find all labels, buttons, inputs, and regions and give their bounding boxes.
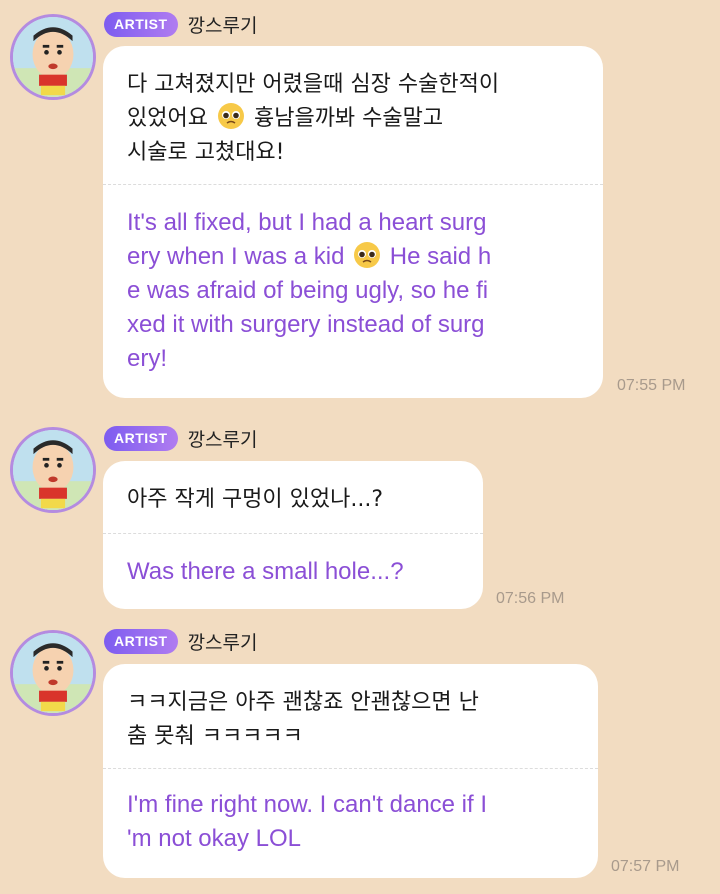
artist-badge: ARTIST xyxy=(104,425,178,451)
artist-badge: ARTIST xyxy=(104,11,178,37)
artist-avatar[interactable] xyxy=(10,14,96,100)
divider xyxy=(103,533,483,534)
translation-text: Was there a small hole...? xyxy=(127,558,404,585)
message-header: ARTIST 깡스루기 xyxy=(104,10,257,38)
original-text: 다 고쳐졌지만 어렸을때 심장 수술한적이 있었어요 흉남을까봐 수술말고 시술… xyxy=(103,46,603,170)
pleading-face-icon xyxy=(217,102,245,130)
sender-name[interactable]: 깡스루기 xyxy=(188,425,258,452)
original-text: 아주 작게 구멍이 있었나...? xyxy=(127,487,384,512)
sender-name[interactable]: 깡스루기 xyxy=(188,11,258,38)
pleading-face-icon xyxy=(353,241,381,269)
message-bubble[interactable]: ㅋㅋ지금은 아주 괜찮죠 안괜찮으면 난 춤 못춰 ㅋㅋㅋㅋㅋ I'm fine… xyxy=(103,664,598,878)
translation-text: It's all fixed, but I had a heart surg e… xyxy=(127,206,587,376)
sender-name[interactable]: 깡스루기 xyxy=(188,628,258,655)
artist-avatar[interactable] xyxy=(10,427,96,513)
divider xyxy=(103,768,598,769)
message-bubble[interactable]: 다 고쳐졌지만 어렸을때 심장 수술한적이 있었어요 흉남을까봐 수술말고 시술… xyxy=(103,46,603,398)
divider xyxy=(103,184,603,185)
message-header: ARTIST 깡스루기 xyxy=(104,627,257,655)
message-bubble[interactable]: 아주 작게 구멍이 있었나...? Was there a small hole… xyxy=(103,461,483,609)
translation-text: I'm fine right now. I can't dance if I '… xyxy=(127,791,488,852)
original-text: ㅋㅋ지금은 아주 괜찮죠 안괜찮으면 난 춤 못춰 ㅋㅋㅋㅋㅋ xyxy=(127,690,479,749)
timestamp: 07:55 PM xyxy=(617,377,686,394)
timestamp: 07:56 PM xyxy=(496,590,565,607)
artist-badge: ARTIST xyxy=(104,628,178,654)
message-header: ARTIST 깡스루기 xyxy=(104,424,257,452)
artist-avatar[interactable] xyxy=(10,630,96,716)
timestamp: 07:57 PM xyxy=(611,858,680,875)
